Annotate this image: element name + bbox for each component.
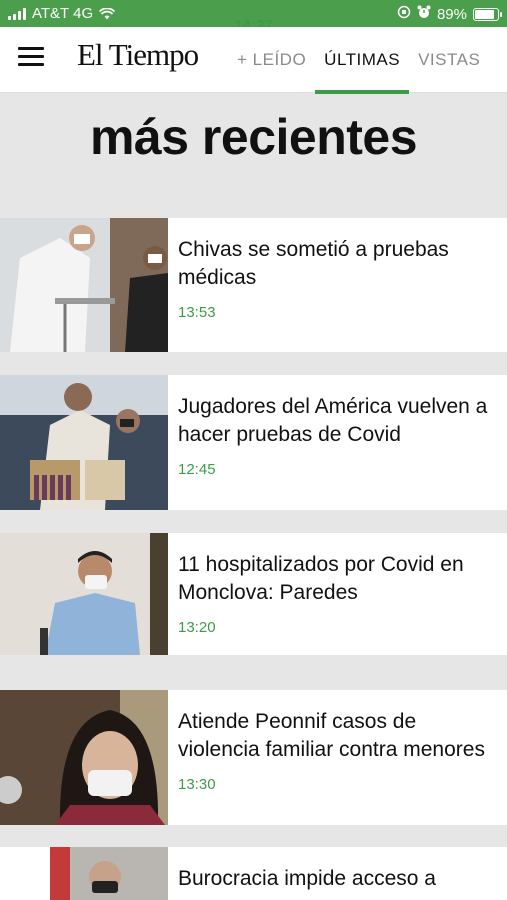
article-time: 12:45 xyxy=(178,461,216,478)
article-thumbnail xyxy=(0,690,168,825)
article-text: Chivas se sometió a pruebas médicas 13:5… xyxy=(168,218,507,352)
app-header: El Tiempo + LEÍDO ÚLTIMAS VISTAS xyxy=(0,27,507,94)
tab-vistas[interactable]: VISTAS xyxy=(409,27,489,93)
article-time: 13:53 xyxy=(178,304,216,321)
article-card[interactable]: 11 hospitalizados por Covid en Monclova:… xyxy=(0,533,507,655)
article-text: Jugadores del América vuelven a hacer pr… xyxy=(168,375,507,510)
tab-ultimas[interactable]: ÚLTIMAS xyxy=(315,27,410,94)
article-headline[interactable]: Atiende Peonnif casos de violencia famil… xyxy=(178,708,497,764)
orientation-lock-icon xyxy=(397,5,411,23)
article-thumbnail xyxy=(0,533,168,655)
section-title: más recientes xyxy=(0,94,507,218)
article-headline[interactable]: Chivas se sometió a pruebas médicas xyxy=(178,236,497,292)
article-text: 11 hospitalizados por Covid en Monclova:… xyxy=(168,533,507,655)
article-thumbnail xyxy=(0,375,168,510)
article-card[interactable]: Chivas se sometió a pruebas médicas 13:5… xyxy=(0,218,507,352)
article-headline[interactable]: Burocracia impide acceso a xyxy=(178,865,497,893)
battery-percent: 89% xyxy=(436,5,467,23)
logo[interactable]: El Tiempo xyxy=(77,37,199,73)
battery-icon xyxy=(473,7,502,21)
article-time: 13:20 xyxy=(178,619,216,636)
article-text: Burocracia impide acceso a xyxy=(168,847,507,900)
tab-leido[interactable]: + LEÍDO xyxy=(228,27,315,93)
article-headline[interactable]: 11 hospitalizados por Covid en Monclova:… xyxy=(178,551,497,607)
article-card[interactable]: Atiende Peonnif casos de violencia famil… xyxy=(0,690,507,825)
alarm-icon xyxy=(417,5,431,23)
article-thumbnail xyxy=(0,847,168,900)
article-headline[interactable]: Jugadores del América vuelven a hacer pr… xyxy=(178,393,497,449)
status-bar: AT&T 4G 14:27 89% xyxy=(0,0,507,34)
status-right: 89% xyxy=(397,5,502,23)
article-card[interactable]: Burocracia impide acceso a xyxy=(0,847,507,900)
article-card[interactable]: Jugadores del América vuelven a hacer pr… xyxy=(0,375,507,510)
tab-bar: + LEÍDO ÚLTIMAS VISTAS xyxy=(228,27,489,94)
article-thumbnail xyxy=(0,218,168,352)
hamburger-menu-icon[interactable] xyxy=(18,47,44,69)
article-time: 13:30 xyxy=(178,776,216,793)
article-text: Atiende Peonnif casos de violencia famil… xyxy=(168,690,507,825)
